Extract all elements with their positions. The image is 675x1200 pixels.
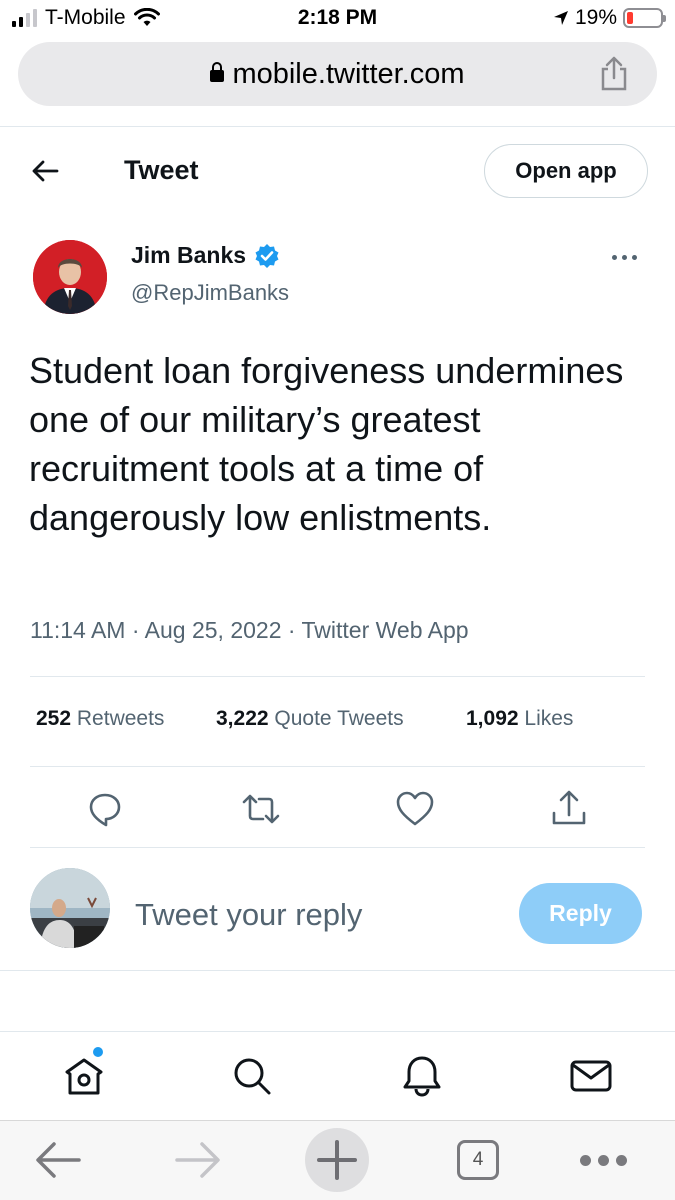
more-options-icon[interactable] xyxy=(612,250,646,264)
tweet-text: Student loan forgiveness undermines one … xyxy=(29,350,624,538)
tweet-timestamp[interactable]: 11:14 AM · Aug 25, 2022 · Twitter Web Ap… xyxy=(30,617,469,644)
share-icon[interactable] xyxy=(549,789,589,829)
open-app-button[interactable]: Open app xyxy=(484,144,648,198)
user-avatar[interactable] xyxy=(30,868,110,948)
divider xyxy=(0,126,675,127)
url-text: mobile.twitter.com xyxy=(232,58,465,90)
messages-icon[interactable] xyxy=(569,1054,613,1098)
back-arrow-icon[interactable] xyxy=(34,1141,82,1179)
forward-arrow-icon[interactable] xyxy=(174,1141,222,1179)
status-bar: T-Mobile 2:18 PM 19% xyxy=(0,0,675,38)
retweets-stat[interactable]: 252 Retweets xyxy=(36,707,216,731)
home-notification-dot xyxy=(93,1047,103,1057)
reply-input[interactable]: Tweet your reply xyxy=(135,897,362,933)
verified-badge-icon xyxy=(255,243,279,268)
tweet-stats: 252 Retweets 3,222 Quote Tweets 1,092 Li… xyxy=(36,707,573,731)
reply-button[interactable]: Reply xyxy=(519,883,642,944)
location-arrow-icon xyxy=(553,11,568,25)
likes-stat[interactable]: 1,092 Likes xyxy=(466,707,573,731)
back-arrow-icon[interactable] xyxy=(30,156,60,186)
tabs-icon[interactable]: 4 xyxy=(457,1140,499,1180)
divider xyxy=(0,1031,675,1032)
battery-percent: 19% xyxy=(574,6,617,29)
notifications-icon[interactable] xyxy=(400,1054,444,1098)
page-title: Tweet xyxy=(124,155,199,185)
author-avatar[interactable] xyxy=(33,240,107,314)
new-tab-button[interactable] xyxy=(305,1128,369,1192)
home-icon[interactable] xyxy=(62,1054,106,1098)
divider xyxy=(30,847,645,848)
avatar-image xyxy=(33,240,107,314)
address-bar[interactable]: mobile.twitter.com xyxy=(18,42,657,106)
like-icon[interactable] xyxy=(395,789,435,829)
reply-icon[interactable] xyxy=(85,789,125,829)
search-icon[interactable] xyxy=(230,1054,274,1098)
more-icon[interactable] xyxy=(580,1155,627,1166)
author-handle[interactable]: @RepJimBanks xyxy=(131,280,289,306)
quote-tweets-stat[interactable]: 3,222 Quote Tweets xyxy=(216,707,466,731)
tweet-actions xyxy=(0,785,675,831)
share-icon[interactable] xyxy=(597,56,631,92)
author-name[interactable]: Jim Banks xyxy=(131,242,246,269)
divider xyxy=(30,676,645,677)
retweet-icon[interactable] xyxy=(241,789,281,829)
battery-icon xyxy=(623,8,666,28)
user-avatar-image xyxy=(30,868,110,948)
lock-icon xyxy=(210,62,225,82)
new-tab-icon xyxy=(317,1140,357,1180)
divider xyxy=(0,970,675,971)
divider xyxy=(30,766,645,767)
